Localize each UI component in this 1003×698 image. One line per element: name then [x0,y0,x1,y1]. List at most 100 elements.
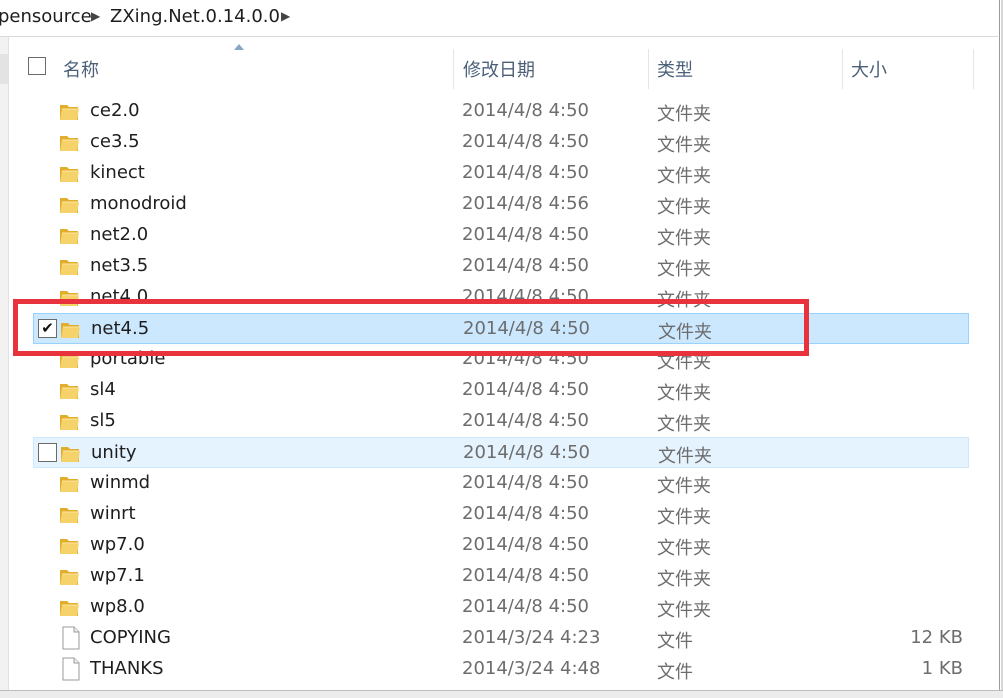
file-date: 2014/4/8 4:50 [462,534,589,555]
file-type: 文件夹 [658,322,712,343]
file-row[interactable]: sl4 2014/4/8 4:50 文件夹 [33,375,969,406]
folder-icon [59,504,80,525]
file-name: THANKS [90,658,164,679]
folder-icon [60,319,81,340]
file-date: 2014/4/8 4:50 [462,503,589,524]
file-type: 文件夹 [657,507,711,528]
file-row[interactable]: wp7.0 2014/4/8 4:50 文件夹 [33,530,969,561]
folder-icon [59,194,80,215]
file-date: 2014/4/8 4:50 [462,162,589,183]
folder-icon [59,349,80,370]
file-date: 2014/4/8 4:50 [463,442,590,463]
file-row[interactable]: wp8.0 2014/4/8 4:50 文件夹 [33,592,969,623]
file-type: 文件夹 [657,104,711,125]
breadcrumb-item-pensource[interactable]: pensource [0,6,92,27]
file-row[interactable]: THANKS 2014/3/24 4:48 文件 1 KB [33,654,969,685]
file-row[interactable]: sl5 2014/4/8 4:50 文件夹 [33,406,969,437]
window-border [999,0,1000,697]
select-all-checkbox[interactable] [28,57,46,75]
folder-icon [60,443,81,464]
file-name: net2.0 [90,224,149,245]
file-row[interactable]: net2.0 2014/4/8 4:50 文件夹 [33,220,969,251]
sort-ascending-icon [234,44,244,50]
file-type: 文件夹 [657,383,711,404]
file-name: unity [91,442,137,463]
file-row[interactable]: net4.0 2014/4/8 4:50 文件夹 [33,282,969,313]
file-date: 2014/4/8 4:50 [462,255,589,276]
file-date: 2014/4/8 4:50 [462,100,589,121]
file-type: 文件夹 [657,569,711,590]
file-date: 2014/4/8 4:50 [462,286,589,307]
file-type: 文件夹 [657,197,711,218]
file-row[interactable]: ce2.0 2014/4/8 4:50 文件夹 [33,96,969,127]
folder-icon [59,597,80,618]
file-name: ce3.5 [90,131,140,152]
folder-icon [59,287,80,308]
folder-icon [59,132,80,153]
file-date: 2014/4/8 4:50 [462,348,589,369]
chevron-right-icon[interactable]: ▶ [91,9,100,23]
file-date: 2014/4/8 4:50 [462,379,589,400]
column-divider[interactable] [842,49,843,89]
column-header-date[interactable]: 修改日期 [463,56,535,82]
column-header-name[interactable]: 名称 [63,56,99,82]
file-row[interactable]: COPYING 2014/3/24 4:23 文件 12 KB [33,623,969,654]
folder-icon [59,101,80,122]
file-row[interactable]: portable 2014/4/8 4:50 文件夹 [33,344,969,375]
folder-icon [59,225,80,246]
file-type: 文件 [657,662,693,683]
file-size: 1 KB [921,658,963,679]
column-divider[interactable] [453,49,454,89]
column-header-type[interactable]: 类型 [657,56,693,82]
file-type: 文件夹 [657,352,711,373]
file-name: winmd [90,472,151,493]
file-date: 2014/4/8 4:50 [462,410,589,431]
file-row[interactable]: winmd 2014/4/8 4:50 文件夹 [33,468,969,499]
row-checkbox[interactable]: ✔ [38,319,57,338]
folder-icon [59,535,80,556]
column-header: 名称 修改日期 类型 大小 [9,37,999,95]
file-type: 文件夹 [657,290,711,311]
file-name: wp8.0 [90,596,145,617]
chevron-right-icon[interactable]: ▶ [281,9,290,23]
file-name: wp7.1 [90,565,145,586]
file-type: 文件夹 [657,228,711,249]
file-row[interactable]: ✔ net4.5 2014/4/8 4:50 文件夹 [33,313,969,344]
navigation-pane-scroll [0,54,8,84]
file-icon [62,657,80,681]
column-header-size[interactable]: 大小 [851,56,887,82]
file-row[interactable]: net3.5 2014/4/8 4:50 文件夹 [33,251,969,282]
address-bar[interactable]: pensource ▶ ZXing.Net.0.14.0.0 ▶ [0,0,998,37]
file-type: 文件夹 [657,135,711,156]
file-type: 文件夹 [657,538,711,559]
file-name: wp7.0 [90,534,145,555]
file-type: 文件夹 [657,259,711,280]
file-type: 文件夹 [657,414,711,435]
file-date: 2014/4/8 4:50 [463,318,590,339]
folder-icon [59,163,80,184]
file-row[interactable]: winrt 2014/4/8 4:50 文件夹 [33,499,969,530]
file-row[interactable]: wp7.1 2014/4/8 4:50 文件夹 [33,561,969,592]
folder-icon [59,411,80,432]
column-divider[interactable] [973,49,974,89]
file-row[interactable]: kinect 2014/4/8 4:50 文件夹 [33,158,969,189]
folder-icon [59,380,80,401]
file-date: 2014/4/8 4:50 [462,131,589,152]
file-row[interactable]: unity 2014/4/8 4:50 文件夹 [33,437,969,468]
breadcrumb-item-zxing[interactable]: ZXing.Net.0.14.0.0 [110,6,280,27]
file-type: 文件夹 [658,446,712,467]
file-date: 2014/4/8 4:56 [462,193,589,214]
folder-icon [59,256,80,277]
row-checkbox[interactable] [38,443,57,462]
navigation-pane-edge [0,37,9,690]
file-name: winrt [90,503,136,524]
file-row[interactable]: ce3.5 2014/4/8 4:50 文件夹 [33,127,969,158]
column-divider[interactable] [648,49,649,89]
file-date: 2014/4/8 4:50 [462,224,589,245]
file-row[interactable]: monodroid 2014/4/8 4:56 文件夹 [33,189,969,220]
file-type: 文件 [657,631,693,652]
file-name: net4.0 [90,286,149,307]
file-name: net3.5 [90,255,149,276]
file-name: sl5 [90,410,116,431]
file-name: monodroid [90,193,187,214]
